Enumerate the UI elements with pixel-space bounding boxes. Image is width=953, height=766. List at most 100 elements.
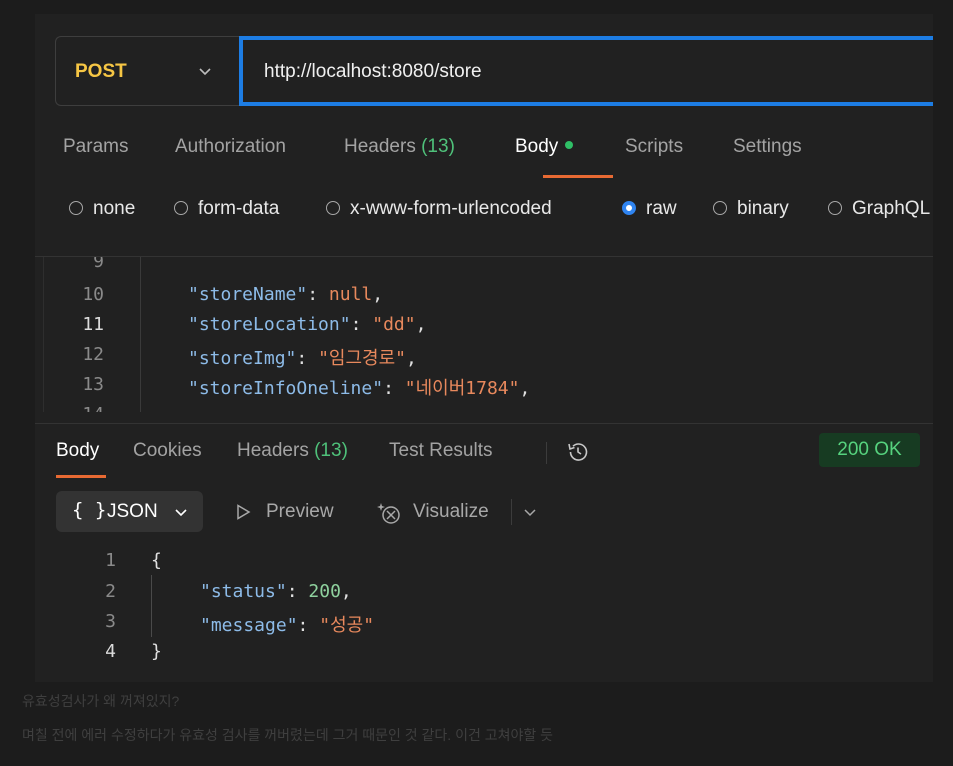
tab-authorization[interactable]: Authorization xyxy=(175,136,286,158)
radio-none[interactable]: none xyxy=(69,198,135,220)
radio-graphql[interactable]: GraphQL xyxy=(828,198,930,220)
code-line: "storeName": null, xyxy=(188,284,384,305)
json-key: "storeLocation" xyxy=(188,314,351,335)
code-line: { xyxy=(151,550,162,571)
code-line: "storeInfoOneline": "네이버1784", xyxy=(188,378,531,399)
json-braces-icon: { } xyxy=(72,499,107,521)
visualize-button[interactable]: Visualize xyxy=(377,501,489,524)
tab-label: Scripts xyxy=(625,136,684,157)
json-close-brace: } xyxy=(151,641,162,662)
json-key: "status" xyxy=(200,581,287,602)
active-tab-underline xyxy=(543,175,613,178)
response-tab-cookies[interactable]: Cookies xyxy=(133,440,202,462)
code-line: "storeImg": "임그경로", xyxy=(188,348,417,369)
json-value: "dd" xyxy=(372,314,416,335)
json-value: "성공" xyxy=(319,615,375,636)
response-tab-test-results[interactable]: Test Results xyxy=(389,440,492,462)
line-number: 10 xyxy=(82,284,104,305)
radio-label: binary xyxy=(737,198,789,219)
radio-icon xyxy=(326,201,340,215)
json-key: "storeName" xyxy=(188,284,308,305)
tab-count: (13) xyxy=(314,440,348,461)
line-number: 9 xyxy=(93,257,104,272)
radio-icon xyxy=(828,201,842,215)
radio-binary[interactable]: binary xyxy=(713,198,789,220)
line-number: 12 xyxy=(82,344,104,365)
response-body-viewer[interactable]: 1 2 3 4 { "status": 200, "message": "성공"… xyxy=(35,547,933,677)
tab-count: (13) xyxy=(421,136,455,157)
indent-guide xyxy=(151,575,152,637)
play-icon xyxy=(237,504,251,520)
tab-settings[interactable]: Settings xyxy=(733,136,802,158)
line-number: 4 xyxy=(105,641,116,662)
caption-text: 며칠 전에 에러 수정하다가 유효성 검사를 꺼버렸는데 그거 때문인 것 같다… xyxy=(22,727,554,743)
url-input[interactable]: http://localhost:8080/store xyxy=(239,36,933,106)
radio-label: x-www-form-urlencoded xyxy=(350,198,552,219)
json-key: "storeInfoOneline" xyxy=(188,378,384,399)
radio-raw[interactable]: raw xyxy=(622,198,677,220)
radio-label: none xyxy=(93,198,136,219)
radio-label: raw xyxy=(646,198,677,219)
radio-label: form-data xyxy=(198,198,280,219)
method-label: POST xyxy=(75,61,127,82)
request-body-editor[interactable]: 9 10 11 12 13 14 "storeName": null, "sto… xyxy=(43,257,933,412)
chevron-down-icon xyxy=(199,68,211,76)
line-number: 1 xyxy=(105,550,116,571)
chevron-down-icon[interactable] xyxy=(523,505,537,519)
radio-icon xyxy=(69,201,83,215)
code-line: } xyxy=(151,641,162,662)
format-dropdown[interactable]: { } JSON xyxy=(56,491,203,532)
line-number: 11 xyxy=(82,314,104,335)
code-line: "message": "성공" xyxy=(200,615,375,636)
radio-urlencoded[interactable]: x-www-form-urlencoded xyxy=(326,198,552,220)
sparkle-chart-icon xyxy=(377,503,400,524)
tab-label: Params xyxy=(63,136,129,157)
tab-label: Test Results xyxy=(389,440,493,461)
url-text: http://localhost:8080/store xyxy=(264,61,482,82)
tab-params[interactable]: Params xyxy=(63,136,128,158)
tab-label: Authorization xyxy=(175,136,286,157)
radio-form-data[interactable]: form-data xyxy=(174,198,279,220)
preview-button[interactable]: Preview xyxy=(234,501,334,523)
request-bar: POST http://localhost:8080/store xyxy=(55,36,933,108)
line-number: 14 xyxy=(44,404,104,412)
line-number: 3 xyxy=(105,611,116,632)
json-key: "message" xyxy=(200,615,298,636)
tab-label: Headers xyxy=(237,440,309,461)
response-tab-headers[interactable]: Headers (13) xyxy=(237,440,348,462)
radio-label: GraphQL xyxy=(852,198,931,219)
json-key: "storeImg" xyxy=(188,348,297,369)
json-value: 200 xyxy=(308,581,341,602)
method-selector[interactable]: POST xyxy=(55,36,239,106)
json-value: null xyxy=(328,284,373,305)
tab-label: Body xyxy=(515,136,559,157)
json-open-brace: { xyxy=(151,550,162,571)
tab-headers[interactable]: Headers (13) xyxy=(344,136,455,158)
tab-scripts[interactable]: Scripts xyxy=(625,136,683,158)
tab-label: Settings xyxy=(733,136,802,157)
indent-guide xyxy=(140,257,141,412)
radio-icon xyxy=(713,201,727,215)
preview-label: Preview xyxy=(266,501,334,522)
divider xyxy=(546,442,547,464)
code-line: "status": 200, xyxy=(200,581,352,602)
status-badge: 200 OK xyxy=(819,433,920,467)
code-line: "storeLocation": "dd", xyxy=(188,314,427,335)
tab-label: Body xyxy=(56,440,100,461)
visualize-label: Visualize xyxy=(413,501,489,522)
caption-text: 유효성검사가 왜 꺼져있지? xyxy=(22,693,180,709)
active-tab-underline xyxy=(56,475,106,478)
line-number: 2 xyxy=(105,581,116,602)
tab-body[interactable]: Body xyxy=(515,136,574,158)
radio-selected-icon xyxy=(622,201,636,215)
modified-dot-icon xyxy=(565,141,574,149)
divider xyxy=(35,423,933,424)
chevron-down-icon xyxy=(175,509,187,517)
history-icon[interactable] xyxy=(566,440,590,464)
tab-label: Cookies xyxy=(133,440,202,461)
divider xyxy=(511,499,512,525)
response-tab-body[interactable]: Body xyxy=(56,440,99,462)
postman-panel: POST http://localhost:8080/store Params … xyxy=(35,14,933,682)
json-value: "네이버1784" xyxy=(404,378,520,399)
json-value: "임그경로" xyxy=(318,348,406,369)
